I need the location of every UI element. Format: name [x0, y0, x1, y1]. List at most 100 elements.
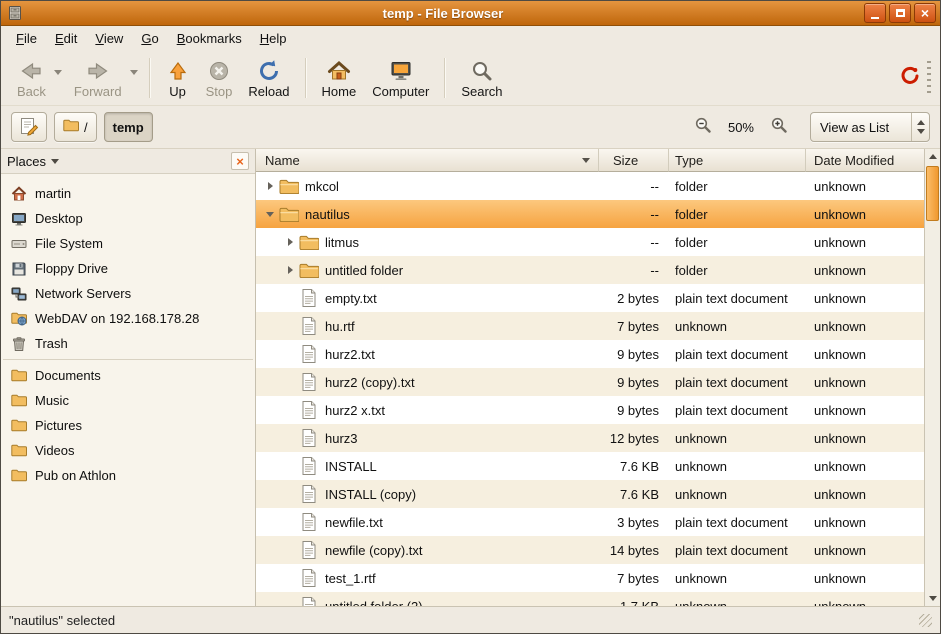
minimize-button[interactable] [864, 3, 886, 23]
maximize-button[interactable] [889, 3, 911, 23]
minimize-icon [871, 17, 879, 19]
sidebar-item-pictures[interactable]: Pictures [1, 413, 255, 438]
type-cell: folder [669, 207, 806, 222]
menu-bookmarks[interactable]: Bookmarks [168, 28, 251, 49]
sidebar-item-martin[interactable]: martin [1, 181, 255, 206]
forward-button: Forward [66, 56, 130, 100]
sidebar-item-pub-on-athlon[interactable]: Pub on Athlon [1, 463, 255, 488]
close-button[interactable]: × [914, 3, 936, 23]
scroll-up-button[interactable] [925, 149, 940, 164]
column-header-date-modified[interactable]: Date Modified [806, 149, 924, 172]
file-row[interactable]: nautilus--folderunknown [256, 200, 924, 228]
root-path-button[interactable]: / [54, 112, 97, 142]
resize-grip[interactable] [919, 614, 932, 627]
column-header-type[interactable]: Type [669, 149, 806, 172]
zoom-out-button[interactable] [691, 116, 715, 139]
reload-icon [257, 59, 281, 83]
zoom-in-button[interactable] [767, 116, 791, 139]
menu-go[interactable]: Go [132, 28, 167, 49]
file-row[interactable]: empty.txt2 bytesplain text documentunkno… [256, 284, 924, 312]
file-row[interactable]: litmus--folderunknown [256, 228, 924, 256]
toolbar: BackForwardUpStopReloadHomeComputerSearc… [1, 51, 940, 106]
file-name: litmus [325, 235, 359, 250]
window-menu-icon[interactable] [7, 5, 25, 21]
sidebar-item-documents[interactable]: Documents [1, 363, 255, 388]
scrollbar-track[interactable] [925, 164, 940, 591]
scroll-down-icon [929, 596, 937, 601]
sidebar-item-file-system[interactable]: File System [1, 231, 255, 256]
back-button: Back [9, 56, 54, 100]
back-history-dropdown-icon[interactable] [54, 70, 62, 75]
scroll-up-icon [929, 154, 937, 159]
file-row[interactable]: hurz2 (copy).txt9 bytesplain text docume… [256, 368, 924, 396]
file-row[interactable]: INSTALL7.6 KBunknownunknown [256, 452, 924, 480]
text-file-icon [298, 428, 320, 448]
status-bar: "nautilus" selected [1, 606, 940, 633]
expander-spacer [282, 403, 298, 417]
expander-spacer [282, 487, 298, 501]
vertical-scrollbar[interactable] [924, 149, 940, 606]
size-cell: -- [599, 207, 669, 222]
up-button[interactable]: Up [158, 56, 198, 100]
sidebar-close-button[interactable]: × [231, 152, 249, 170]
sidebar-item-network-servers[interactable]: Network Servers [1, 281, 255, 306]
expander-icon[interactable] [262, 207, 278, 221]
view-mode-spinner[interactable] [911, 113, 929, 141]
menu-view[interactable]: View [86, 28, 132, 49]
file-row[interactable]: newfile (copy).txt14 bytesplain text doc… [256, 536, 924, 564]
current-path-button[interactable]: temp [104, 112, 153, 142]
date-modified-cell: unknown [806, 431, 924, 446]
sidebar-item-webdav-on-192-168-178-28[interactable]: WebDAV on 192.168.178.28 [1, 306, 255, 331]
size-cell: 7.6 KB [599, 459, 669, 474]
toggle-location-entry-button[interactable] [11, 112, 47, 142]
type-cell: plain text document [669, 347, 806, 362]
date-modified-cell: unknown [806, 235, 924, 250]
sidebar-separator [3, 359, 253, 360]
size-cell: 7 bytes [599, 571, 669, 586]
toolbar-separator [305, 58, 307, 98]
file-row[interactable]: hu.rtf7 bytesunknownunknown [256, 312, 924, 340]
file-row[interactable]: hurz312 bytesunknownunknown [256, 424, 924, 452]
scrollbar-thumb[interactable] [926, 166, 939, 221]
sidebar-header-dropdown-icon[interactable] [51, 159, 59, 164]
file-row[interactable]: INSTALL (copy)7.6 KBunknownunknown [256, 480, 924, 508]
file-row[interactable]: untitled folder (2)1.7 KBunknownunknown [256, 592, 924, 606]
sidebar-item-videos[interactable]: Videos [1, 438, 255, 463]
sidebar-item-desktop[interactable]: Desktop [1, 206, 255, 231]
name-cell: newfile.txt [256, 508, 599, 536]
folder-icon [10, 394, 27, 407]
text-file-icon [298, 316, 320, 336]
file-row[interactable]: untitled folder--folderunknown [256, 256, 924, 284]
column-header-size[interactable]: Size [599, 149, 669, 172]
view-mode-select[interactable]: View as List [810, 112, 930, 142]
name-cell: hurz2 x.txt [256, 396, 599, 424]
sidebar-item-music[interactable]: Music [1, 388, 255, 413]
expander-spacer [282, 375, 298, 389]
folder-icon [10, 369, 27, 382]
column-headers: Name Size Type Date Modified [256, 149, 924, 172]
scroll-down-button[interactable] [925, 591, 940, 606]
file-row[interactable]: hurz2 x.txt9 bytesplain text documentunk… [256, 396, 924, 424]
expander-icon[interactable] [282, 263, 298, 277]
file-row[interactable]: test_1.rtf7 bytesunknownunknown [256, 564, 924, 592]
computer-button[interactable]: Computer [364, 56, 437, 100]
file-row[interactable]: newfile.txt3 bytesplain text documentunk… [256, 508, 924, 536]
column-header-name[interactable]: Name [256, 149, 599, 172]
reload-button[interactable]: Reload [240, 56, 297, 100]
forward-history-dropdown-icon[interactable] [130, 70, 138, 75]
menu-edit[interactable]: Edit [46, 28, 86, 49]
computer-icon [389, 59, 413, 83]
search-button[interactable]: Search [453, 56, 510, 100]
home-button[interactable]: Home [314, 56, 365, 100]
text-file-icon [298, 344, 320, 364]
name-cell: INSTALL [256, 452, 599, 480]
sidebar-item-trash[interactable]: Trash [1, 331, 255, 356]
sidebar-item-floppy-drive[interactable]: Floppy Drive [1, 256, 255, 281]
expander-icon[interactable] [262, 179, 278, 193]
expander-icon[interactable] [282, 235, 298, 249]
file-row[interactable]: hurz2.txt9 bytesplain text documentunkno… [256, 340, 924, 368]
menu-help[interactable]: Help [251, 28, 296, 49]
file-row[interactable]: mkcol--folderunknown [256, 172, 924, 200]
expander-spacer [282, 459, 298, 473]
menu-file[interactable]: File [7, 28, 46, 49]
